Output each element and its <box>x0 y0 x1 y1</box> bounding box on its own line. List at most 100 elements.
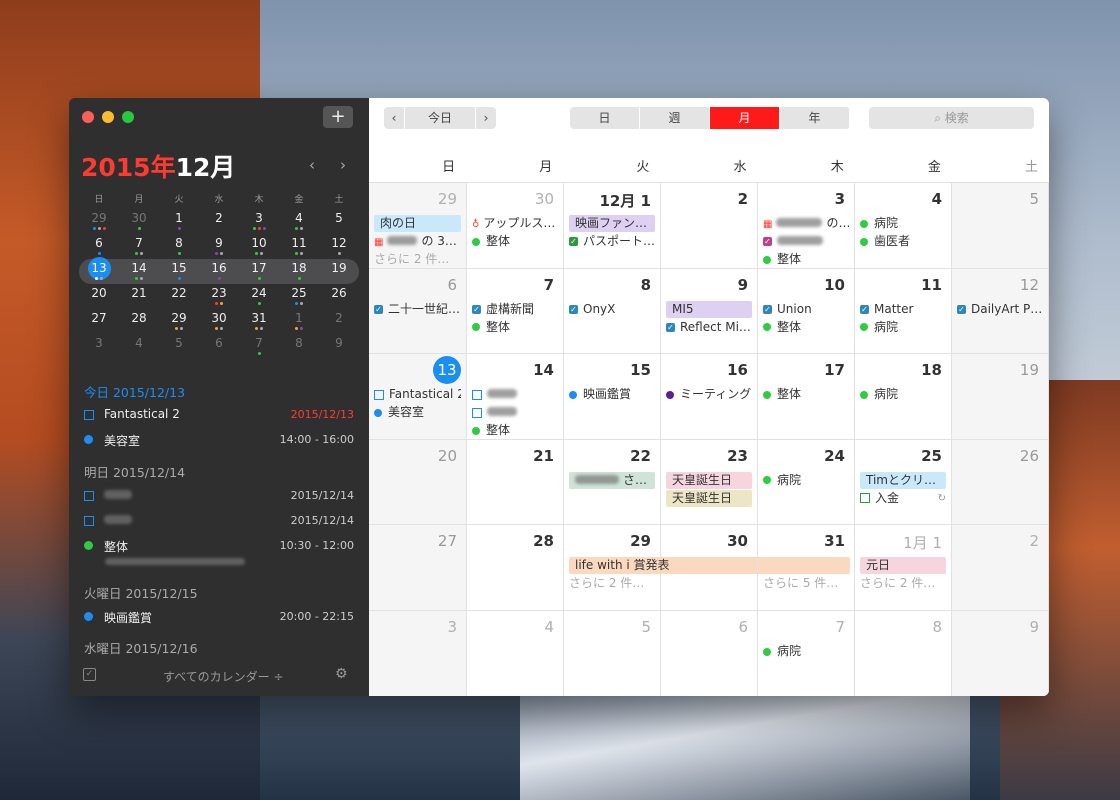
day-cell[interactable]: 12月 1 映画ファン… ✓ パスポート… <box>564 183 661 269</box>
day-cell[interactable]: 30 ♁ アップルス… 整体 <box>467 183 564 269</box>
day-cell[interactable]: 29 life with i 賞発表 さらに 2 件… <box>564 525 850 612</box>
day-cell[interactable]: 7 ✓ 虚構新聞 整体 <box>467 268 564 355</box>
mini-day[interactable]: 25 <box>279 284 319 309</box>
completed-task-checkbox[interactable]: ✓ <box>957 304 966 314</box>
agenda-item[interactable]: 2015/12/14 <box>84 512 354 530</box>
show-tasks-checkbox-icon[interactable]: ✓ <box>83 668 96 681</box>
search-input[interactable]: ⌕ 検索 <box>869 107 1034 129</box>
mini-day[interactable]: 26 <box>319 284 359 309</box>
day-cell[interactable]: 28 <box>467 525 564 612</box>
mini-day[interactable]: 15 <box>159 259 199 284</box>
mini-day[interactable]: 14 <box>119 259 159 284</box>
calendar-event[interactable]: 映画ファン… <box>569 215 655 232</box>
calendar-event[interactable]: Fantastical 2 <box>374 386 461 403</box>
day-cell[interactable]: 31 さらに 5 件… <box>758 525 855 612</box>
mini-day[interactable]: 7 <box>119 234 159 259</box>
calendar-event[interactable]: MI5 <box>666 300 752 318</box>
mini-next-month-icon[interactable]: › <box>340 156 346 174</box>
mini-day[interactable]: 21 <box>119 284 159 309</box>
day-cell[interactable]: 19 <box>952 354 1049 441</box>
day-cell[interactable]: 6 <box>661 611 758 696</box>
day-cell[interactable]: 7 病院 <box>758 611 855 696</box>
day-cell[interactable]: 5 <box>564 611 661 696</box>
calendar-set-selector[interactable]: すべてのカレンダー ÷ <box>163 668 284 685</box>
calendar-event[interactable]: ♁ アップルス… <box>472 215 558 232</box>
day-cell[interactable]: 9 <box>952 611 1049 696</box>
calendar-event[interactable]: Timとクリ… <box>860 471 946 489</box>
mini-day[interactable]: 6 <box>199 334 239 359</box>
mini-day[interactable]: 12 <box>319 234 359 259</box>
day-cell[interactable]: 15 映画鑑賞 <box>564 354 661 441</box>
calendar-event[interactable]: ✓ Matter <box>860 301 946 318</box>
zoom-button[interactable] <box>122 111 134 123</box>
agenda-item[interactable]: 美容室 14:00 - 16:00 <box>84 431 354 449</box>
calendar-event[interactable]: 元日 <box>860 557 946 575</box>
mini-day[interactable]: 2 <box>199 209 239 234</box>
calendar-event[interactable]: 整体 <box>472 422 558 439</box>
mini-day[interactable]: 11 <box>279 234 319 259</box>
calendar-event[interactable]: ✓ Union <box>763 301 849 318</box>
task-checkbox[interactable] <box>84 516 94 526</box>
completed-task-checkbox[interactable]: ✓ <box>860 304 869 314</box>
mini-day[interactable]: 30 <box>119 209 159 234</box>
calendar-event[interactable] <box>472 386 558 403</box>
more-events-link[interactable]: さらに 2 件… <box>860 575 946 592</box>
prev-month-button[interactable]: ‹ <box>384 107 404 129</box>
day-cell[interactable]: 2 <box>661 183 758 269</box>
calendar-event[interactable]: ✓ OnyX <box>569 301 655 318</box>
day-cell[interactable]: 21 <box>467 439 564 526</box>
mini-day[interactable]: 13 <box>79 257 119 284</box>
task-checkbox[interactable] <box>472 407 482 418</box>
day-cell[interactable]: 20 <box>369 439 467 526</box>
mini-day[interactable]: 8 <box>279 334 319 359</box>
completed-task-checkbox[interactable]: ✓ <box>569 237 578 246</box>
today-button[interactable]: 今日 <box>404 107 476 129</box>
mini-prev-month-icon[interactable]: ‹ <box>309 156 315 174</box>
day-cell[interactable]: 4 <box>467 611 564 696</box>
mini-day[interactable]: 17 <box>239 259 279 284</box>
day-cell[interactable]: 3 ▦ の… ✓ 整体 <box>758 183 855 269</box>
calendar-event[interactable]: ✓ 虚構新聞 <box>472 301 558 318</box>
calendar-event[interactable]: 整体 <box>763 251 849 268</box>
day-cell[interactable]: 22 さ… <box>564 439 661 526</box>
add-event-button[interactable]: + <box>323 106 353 128</box>
task-checkbox[interactable] <box>374 389 384 400</box>
calendar-event[interactable]: さ… <box>569 471 655 489</box>
day-cell[interactable]: 23 天皇誕生日 天皇誕生日 <box>661 439 758 526</box>
mini-day[interactable]: 29 <box>159 309 199 334</box>
day-cell[interactable]: 10 ✓ Union 整体 <box>758 268 855 355</box>
day-cell[interactable]: 27 <box>369 525 467 612</box>
mini-day[interactable]: 28 <box>119 309 159 334</box>
day-cell[interactable]: 6 ✓ 二十一世紀… <box>369 268 467 355</box>
minimize-button[interactable] <box>102 111 114 123</box>
more-events-link[interactable]: さらに 2 件… <box>569 575 655 592</box>
mini-day[interactable]: 30 <box>199 309 239 334</box>
calendar-event[interactable]: 病院 <box>860 386 946 403</box>
mini-day[interactable]: 24 <box>239 284 279 309</box>
mini-day[interactable]: 31 <box>239 309 279 334</box>
mini-day[interactable]: 9 <box>319 334 359 359</box>
day-cell[interactable]: 26 <box>952 439 1049 526</box>
day-cell[interactable]: 13 Fantastical 2 美容室 <box>369 354 467 441</box>
mini-day[interactable]: 6 <box>79 234 119 259</box>
calendar-event[interactable]: ✓ DailyArt P… <box>957 301 1043 318</box>
mini-day[interactable]: 20 <box>79 284 119 309</box>
task-checkbox[interactable] <box>84 410 94 420</box>
calendar-event[interactable]: 入金 ↻ <box>860 490 946 507</box>
mini-day[interactable]: 5 <box>319 209 359 234</box>
day-cell[interactable]: 4 病院 歯医者 <box>855 183 952 269</box>
calendar-event[interactable]: ✓ パスポート… <box>569 233 655 250</box>
mini-day[interactable]: 1 <box>159 209 199 234</box>
calendar-event[interactable]: ✓ <box>763 233 849 250</box>
day-cell[interactable]: 9 MI5 ✓ Reflect Mi… <box>661 268 758 355</box>
mini-day[interactable]: 29 <box>79 209 119 234</box>
tab-month[interactable]: 月 <box>710 107 780 129</box>
mini-day[interactable]: 4 <box>279 209 319 234</box>
calendar-event[interactable]: 整体 <box>472 233 558 250</box>
calendar-event[interactable]: 整体 <box>763 386 849 403</box>
calendar-event[interactable]: 美容室 <box>374 404 461 421</box>
close-button[interactable] <box>82 111 94 123</box>
mini-day[interactable]: 10 <box>239 234 279 259</box>
day-cell[interactable]: 3 <box>369 611 467 696</box>
mini-day[interactable]: 2 <box>319 309 359 334</box>
